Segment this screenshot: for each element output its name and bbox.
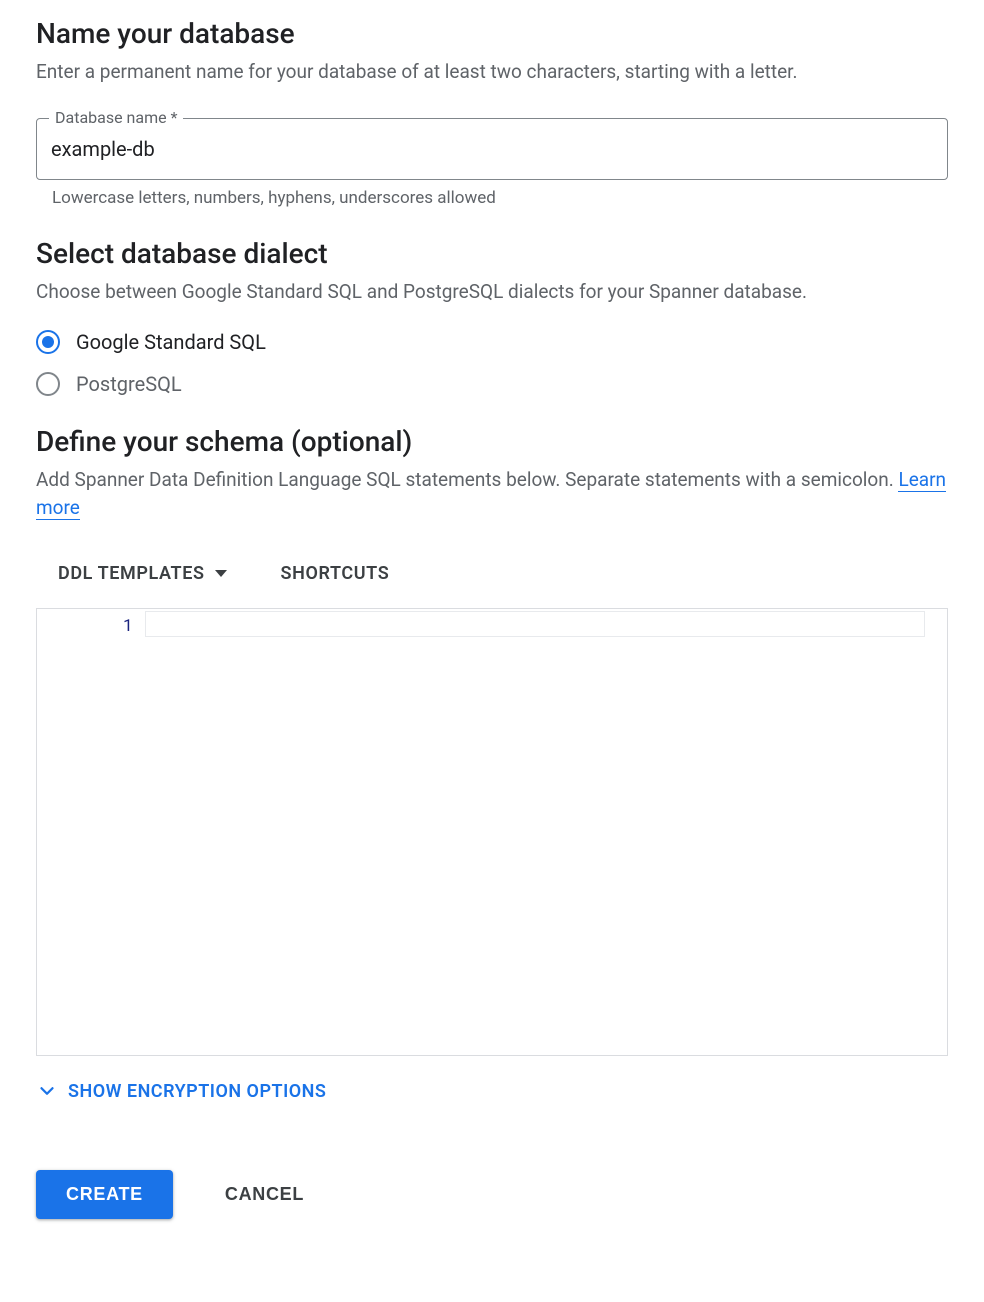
name-database-description: Enter a permanent name for your database… xyxy=(36,58,948,86)
name-database-section: Name your database Enter a permanent nam… xyxy=(36,16,948,208)
footer-actions: CREATE CANCEL xyxy=(36,1170,948,1219)
dialect-option-postgresql[interactable]: PostgreSQL xyxy=(36,372,948,396)
name-database-heading: Name your database xyxy=(36,16,948,52)
ddl-editor-textarea[interactable] xyxy=(145,609,947,1055)
dialect-option-label: PostgreSQL xyxy=(76,372,182,396)
schema-section: Define your schema (optional) Add Spanne… xyxy=(36,424,948,1106)
show-encryption-options-label: SHOW ENCRYPTION OPTIONS xyxy=(68,1081,326,1102)
dialect-option-label: Google Standard SQL xyxy=(76,330,266,354)
caret-down-icon xyxy=(215,570,227,577)
dialect-description: Choose between Google Standard SQL and P… xyxy=(36,278,948,306)
dialect-heading: Select database dialect xyxy=(36,236,948,272)
editor-line-number: 1 xyxy=(37,613,133,636)
editor-content-area xyxy=(145,609,947,1055)
ddl-editor: 1 xyxy=(36,608,948,1056)
database-name-label: Database name * xyxy=(49,108,183,127)
ddl-templates-label: DDL TEMPLATES xyxy=(58,563,205,584)
database-name-field-outline: Database name * xyxy=(36,118,948,180)
shortcuts-button[interactable]: SHORTCUTS xyxy=(281,557,390,590)
shortcuts-label: SHORTCUTS xyxy=(281,563,390,584)
radio-selected-icon xyxy=(36,330,60,354)
create-button[interactable]: CREATE xyxy=(36,1170,173,1219)
editor-line-gutter: 1 xyxy=(37,609,145,1055)
database-name-helper: Lowercase letters, numbers, hyphens, und… xyxy=(36,188,948,208)
show-encryption-options-toggle[interactable]: SHOW ENCRYPTION OPTIONS xyxy=(36,1080,326,1102)
chevron-down-icon xyxy=(36,1080,58,1102)
dialect-radio-group: Google Standard SQL PostgreSQL xyxy=(36,330,948,396)
schema-heading: Define your schema (optional) xyxy=(36,424,948,460)
dialect-section: Select database dialect Choose between G… xyxy=(36,236,948,396)
radio-unselected-icon xyxy=(36,372,60,396)
ddl-templates-dropdown[interactable]: DDL TEMPLATES xyxy=(58,557,227,590)
cancel-button[interactable]: CANCEL xyxy=(217,1170,312,1219)
schema-toolbar: DDL TEMPLATES SHORTCUTS xyxy=(36,557,948,590)
dialect-option-google-standard-sql[interactable]: Google Standard SQL xyxy=(36,330,948,354)
schema-description-text: Add Spanner Data Definition Language SQL… xyxy=(36,468,898,491)
database-name-input[interactable] xyxy=(37,119,947,179)
database-name-field-wrap: Database name * Lowercase letters, numbe… xyxy=(36,118,948,208)
schema-description: Add Spanner Data Definition Language SQL… xyxy=(36,466,948,521)
